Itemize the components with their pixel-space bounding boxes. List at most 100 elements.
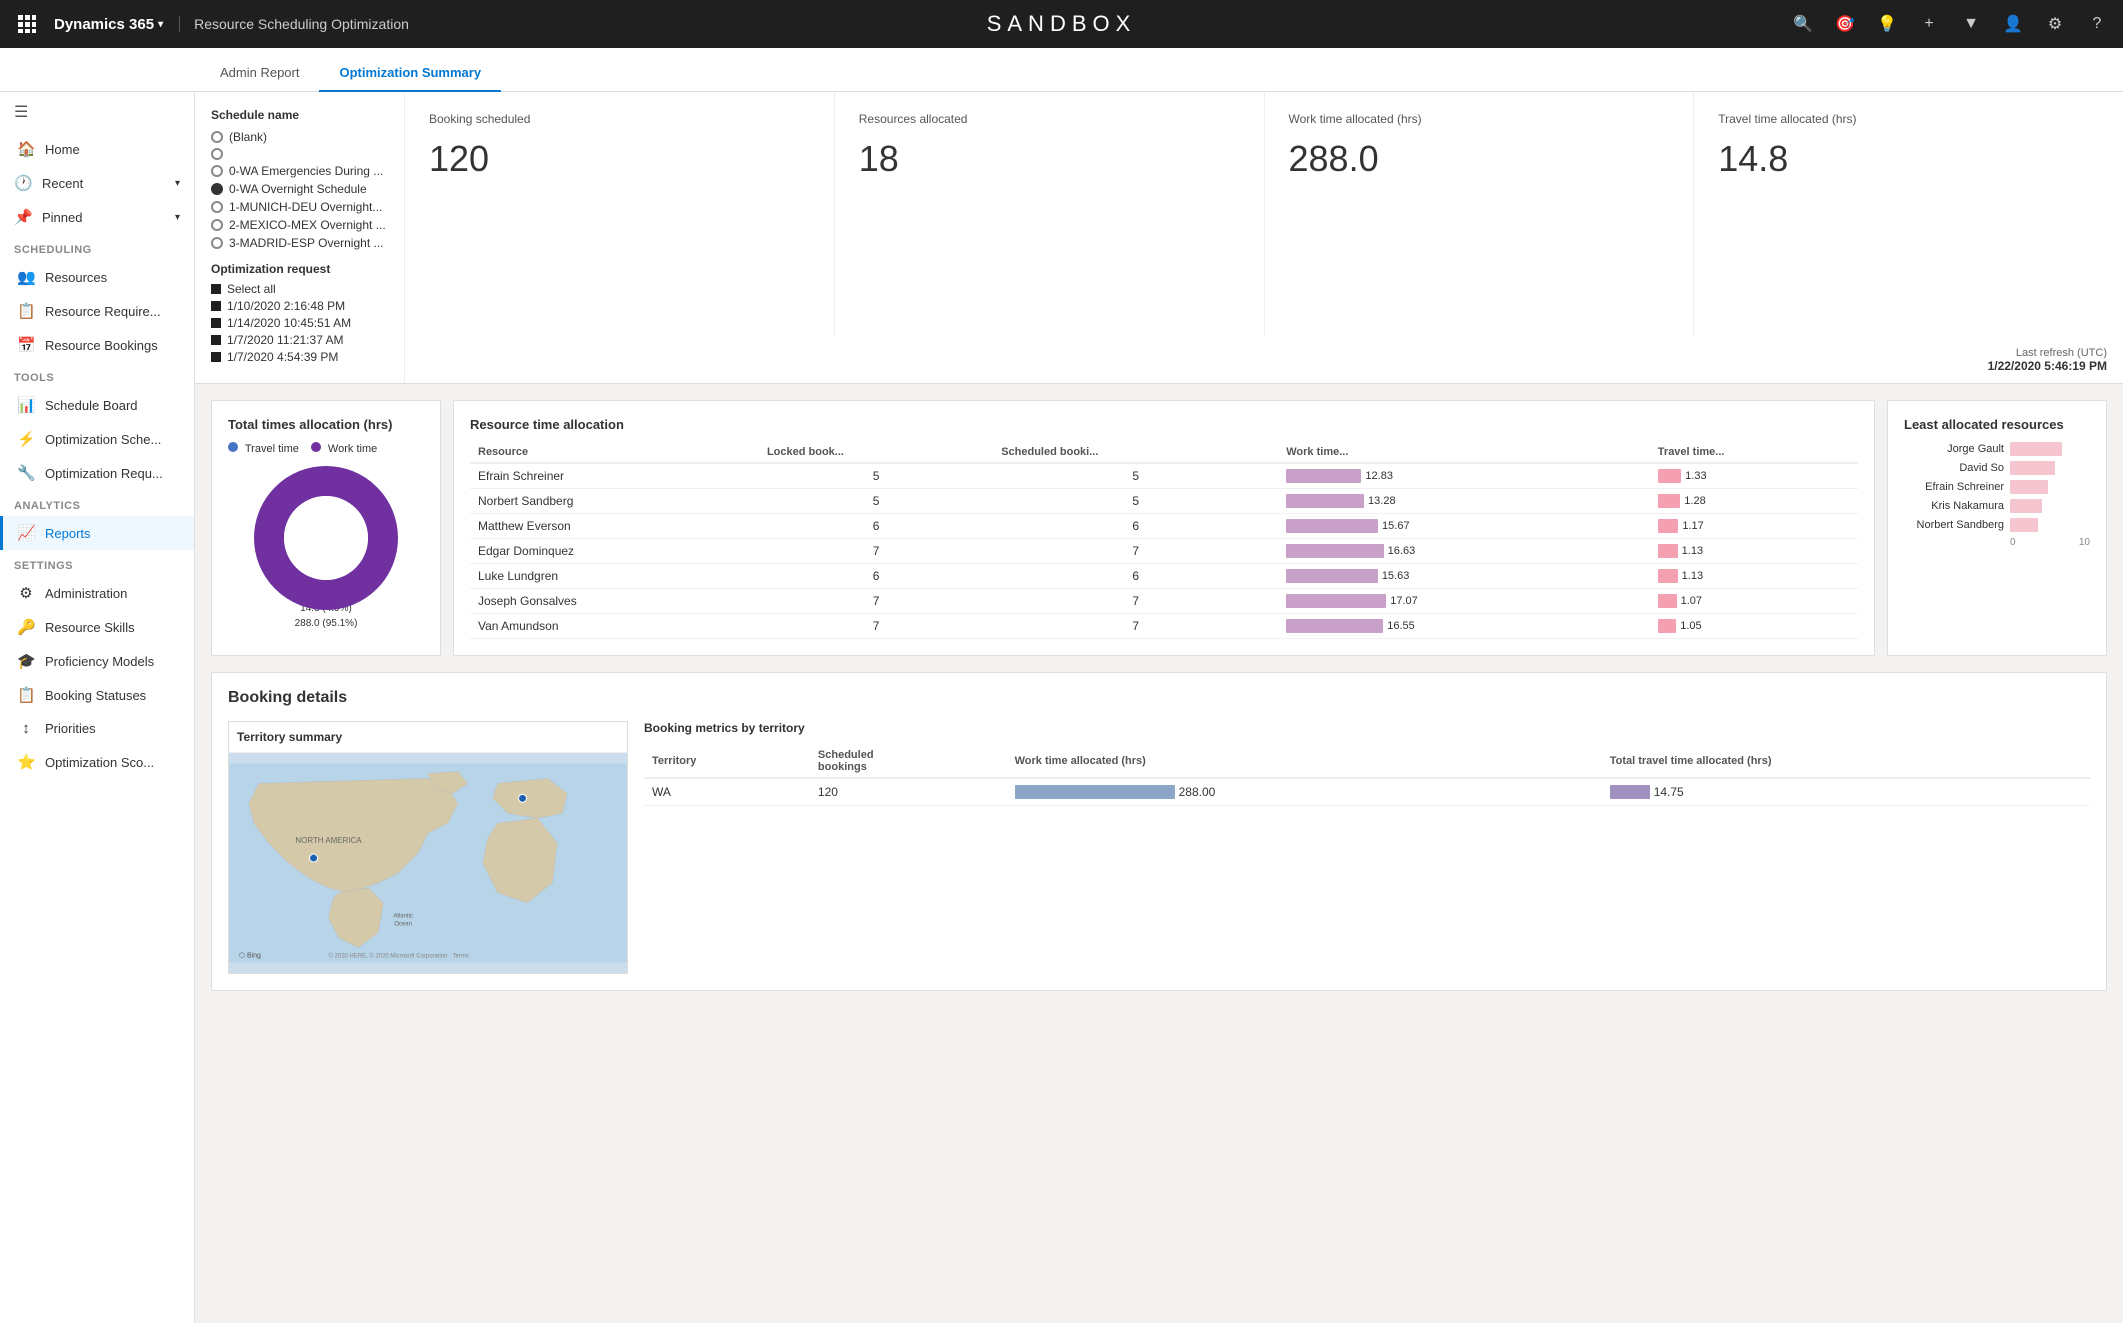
- target-icon[interactable]: 🎯: [1831, 10, 1859, 38]
- least-allocated-title: Least allocated resources: [1904, 417, 2090, 432]
- res-scheduled: 6: [993, 514, 1278, 539]
- booking-metrics-title: Booking metrics by territory: [644, 721, 2090, 735]
- top-section: Schedule name (Blank) 0-WA Emergencies D…: [195, 92, 2123, 384]
- lightbulb-icon[interactable]: 💡: [1873, 10, 1901, 38]
- schedule-wa-overnight[interactable]: 0-WA Overnight Schedule: [211, 182, 388, 196]
- opt-req-4[interactable]: 1/7/2020 4:54:39 PM: [211, 350, 388, 364]
- sidebar-item-optimization-request[interactable]: 🔧 Optimization Requ...: [0, 456, 194, 490]
- col-scheduled: Scheduled booki...: [993, 442, 1278, 463]
- kpi-section: Booking scheduled 120 Resources allocate…: [405, 92, 2123, 383]
- least-bar-row: Norbert Sandberg: [1904, 518, 2090, 532]
- sidebar-item-home[interactable]: 🏠 Home: [0, 132, 194, 166]
- kpi-work-label: Work time allocated (hrs): [1289, 112, 1670, 126]
- topbar: Dynamics 365 ▾ Resource Scheduling Optim…: [0, 0, 2123, 48]
- work-legend: Work time: [311, 442, 377, 455]
- search-icon[interactable]: 🔍: [1789, 10, 1817, 38]
- kpi-travel-time: Travel time allocated (hrs) 14.8: [1694, 92, 2123, 337]
- sidebar-item-reports[interactable]: 📈 Reports: [0, 516, 194, 550]
- res-work-bar: 16.63: [1278, 539, 1650, 564]
- filter-icon[interactable]: ▼: [1957, 10, 1985, 38]
- sidebar-item-booking-statuses[interactable]: 📋 Booking Statuses: [0, 678, 194, 712]
- sidebar-item-priorities[interactable]: ↕ Priorities: [0, 712, 194, 745]
- radio-mexico-icon: [211, 219, 223, 231]
- settings-icon[interactable]: ⚙: [2041, 10, 2069, 38]
- pinned-chevron-icon: ▾: [175, 212, 180, 223]
- schedule-name-label: Schedule name: [211, 108, 388, 122]
- res-locked: 6: [759, 514, 993, 539]
- opt-req-3[interactable]: 1/7/2020 11:21:37 AM: [211, 333, 388, 347]
- least-bar-row: Efrain Schreiner: [1904, 480, 2090, 494]
- least-bar-fill: [2010, 499, 2042, 513]
- opt-req-1[interactable]: 1/10/2020 2:16:48 PM: [211, 299, 388, 313]
- user-icon[interactable]: 👤: [1999, 10, 2027, 38]
- tab-optimization-summary[interactable]: Optimization Summary: [319, 55, 501, 92]
- least-name: Jorge Gault: [1904, 443, 2004, 455]
- kpi-booking-label: Booking scheduled: [429, 112, 810, 126]
- priorities-icon: ↕: [17, 720, 35, 737]
- travel-bar-wa: 14.75: [1602, 778, 2090, 806]
- add-icon[interactable]: +: [1915, 10, 1943, 38]
- schedule-wa-emergencies[interactable]: 0-WA Emergencies During ...: [211, 164, 388, 178]
- sidebar-item-pinned[interactable]: 📌 Pinned ▾: [0, 200, 194, 234]
- res-travel-bar: 1.07: [1650, 589, 1858, 614]
- app-name[interactable]: Dynamics 365 ▾: [54, 16, 163, 33]
- travel-dot: [228, 442, 238, 452]
- opt-req-2[interactable]: 1/14/2020 10:45:51 AM: [211, 316, 388, 330]
- col-resource: Resource: [470, 442, 759, 463]
- res-scheduled: 6: [993, 564, 1278, 589]
- least-bar-fill: [2010, 518, 2038, 532]
- res-locked: 5: [759, 489, 993, 514]
- work-bar: [1015, 785, 1175, 799]
- sidebar-item-resource-skills[interactable]: 🔑 Resource Skills: [0, 610, 194, 644]
- sidebar-item-resources[interactable]: 👥 Resources: [0, 260, 194, 294]
- res-scheduled: 7: [993, 614, 1278, 639]
- sidebar-item-optimization-schedule[interactable]: ⚡ Optimization Sche...: [0, 422, 194, 456]
- sidebar-item-proficiency-models[interactable]: 🎓 Proficiency Models: [0, 644, 194, 678]
- content-area: Total times allocation (hrs) Travel time…: [195, 384, 2123, 1007]
- proficiency-icon: 🎓: [17, 652, 35, 670]
- waffle-icon[interactable]: [12, 9, 42, 39]
- resource-table-row: Norbert Sandberg 5 5 13.28 1.28: [470, 489, 1858, 514]
- radio-munich-icon: [211, 201, 223, 213]
- schedule-mexico[interactable]: 2-MEXICO-MEX Overnight ...: [211, 218, 388, 232]
- settings-section-label: Settings: [0, 550, 194, 576]
- res-travel-bar: 1.33: [1650, 463, 1858, 489]
- filter-panel: Schedule name (Blank) 0-WA Emergencies D…: [195, 92, 405, 383]
- sidebar-item-schedule-board[interactable]: 📊 Schedule Board: [0, 388, 194, 422]
- resource-table-row: Joseph Gonsalves 7 7 17.07 1.07: [470, 589, 1858, 614]
- svg-text:⬡ Bing: ⬡ Bing: [239, 952, 261, 960]
- last-refresh-panel: Last refresh (UTC) 1/22/2020 5:46:19 PM: [405, 337, 2123, 383]
- least-bar-row: Jorge Gault: [1904, 442, 2090, 456]
- col-locked: Locked book...: [759, 442, 993, 463]
- metrics-col-territory: Territory: [644, 745, 810, 778]
- res-locked: 7: [759, 539, 993, 564]
- resource-time-title: Resource time allocation: [470, 417, 1858, 432]
- schedule-madrid[interactable]: 3-MADRID-ESP Overnight ...: [211, 236, 388, 250]
- work-bar-wa: 288.00: [1007, 778, 1602, 806]
- bookings-icon: 📅: [17, 336, 35, 354]
- schedule-empty[interactable]: [211, 148, 388, 160]
- sidebar-toggle[interactable]: ☰: [0, 92, 194, 132]
- tab-admin-report[interactable]: Admin Report: [200, 55, 319, 92]
- opt-schedule-icon: ⚡: [17, 430, 35, 448]
- schedule-munich[interactable]: 1-MUNICH-DEU Overnight...: [211, 200, 388, 214]
- res-work-bar: 15.63: [1278, 564, 1650, 589]
- opt-select-all[interactable]: Select all: [211, 282, 388, 296]
- sidebar-item-resource-bookings[interactable]: 📅 Resource Bookings: [0, 328, 194, 362]
- requirements-icon: 📋: [17, 302, 35, 320]
- sidebar-item-resource-requirements[interactable]: 📋 Resource Require...: [0, 294, 194, 328]
- main-layout: ☰ 🏠 Home 🕐 Recent ▾ 📌 Pinned ▾ Schedulin…: [0, 92, 2123, 1323]
- help-icon[interactable]: ?: [2083, 10, 2111, 38]
- res-locked: 6: [759, 564, 993, 589]
- opt-req-4-icon: [211, 352, 221, 362]
- svg-text:© 2020 HERE, © 2020 Microsoft: © 2020 HERE, © 2020 Microsoft Corporatio…: [329, 953, 469, 960]
- sidebar-item-optimization-score[interactable]: ⭐ Optimization Sco...: [0, 745, 194, 779]
- schedule-board-icon: 📊: [17, 396, 35, 414]
- schedule-blank[interactable]: (Blank): [211, 130, 388, 144]
- sidebar-item-recent[interactable]: 🕐 Recent ▾: [0, 166, 194, 200]
- booking-details-card: Booking details Territory summary: [211, 672, 2107, 991]
- recent-chevron-icon: ▾: [175, 178, 180, 189]
- travel-bar: [1610, 785, 1650, 799]
- sidebar-item-administration[interactable]: ⚙ Administration: [0, 576, 194, 610]
- res-travel-bar: 1.13: [1650, 564, 1858, 589]
